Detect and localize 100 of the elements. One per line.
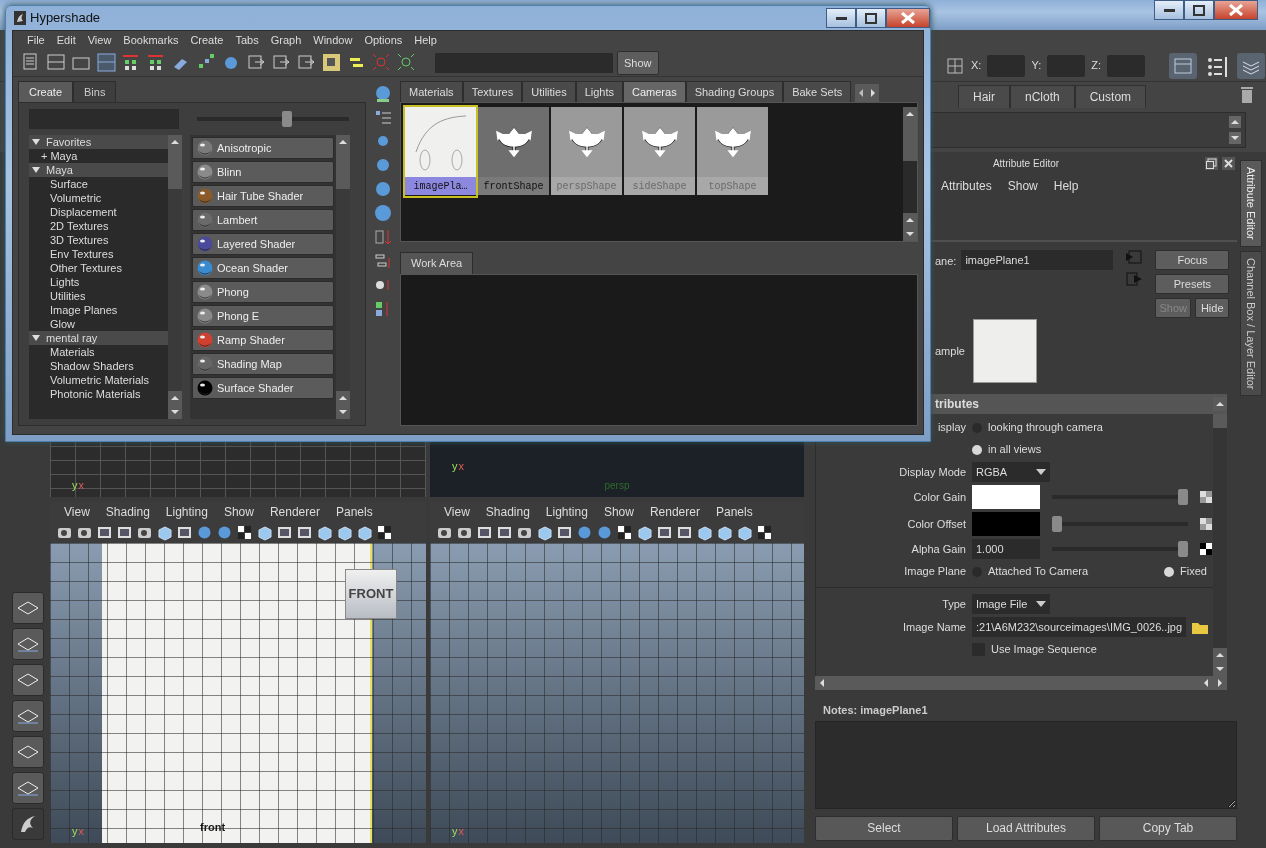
layout-icon[interactable] [321,52,342,73]
close-icon[interactable] [1222,156,1235,170]
file-path-field[interactable]: :21\A6M232\sourceimages\IMG_0026..jpg [972,617,1187,637]
menu-item[interactable]: View [81,31,118,49]
menu-item[interactable]: Help [408,31,443,49]
maximize-button[interactable] [856,8,886,28]
radio-button[interactable] [972,444,982,455]
node-button[interactable]: Phong E [192,305,334,327]
viewport-menu-item[interactable]: Panels [707,502,761,521]
menu-item[interactable]: Show [1001,177,1044,195]
menu-item[interactable]: Bookmarks [117,31,185,49]
scrollbar[interactable] [336,135,350,419]
tree-item[interactable]: 3D Textures [50,233,109,247]
scrollbar-thumb[interactable] [336,149,350,189]
node-button[interactable]: Shading Map [192,353,334,375]
slider-thumb[interactable] [1178,489,1188,505]
panel-button[interactable]: Focus [1155,250,1230,270]
panel-button[interactable]: Copy Tab [1099,815,1237,841]
node-button[interactable]: Ramp Shader [192,329,334,351]
scrollbar[interactable] [1213,414,1227,676]
scrollbar-thumb[interactable] [168,149,182,189]
scroll-up-icon[interactable] [903,213,917,227]
panel-button[interactable]: Select [815,815,953,841]
shelf-tab[interactable]: Hair [958,85,1010,108]
number-field[interactable]: 1.000 [972,539,1040,559]
menu-item[interactable]: Graph [264,31,308,49]
menu-item[interactable]: Edit [50,31,82,49]
node-button[interactable]: Layered Shader [192,233,334,255]
viewport-menu-item[interactable]: Shading [97,502,158,521]
tree-item[interactable]: Favorites [29,135,168,149]
slider-thumb[interactable] [1052,516,1062,532]
map-texture-icon[interactable] [1200,543,1212,555]
tree-item[interactable]: mental ray [29,331,168,345]
menu-item[interactable]: Help [1047,177,1085,195]
panel-button[interactable]: Hide [1194,298,1230,318]
scroll-up-icon[interactable] [168,135,182,149]
coordinate-field[interactable] [1107,54,1145,77]
tree-item[interactable]: Surface [50,177,88,191]
expand-marker[interactable]: + [41,149,48,163]
scroll-up-icon[interactable] [903,107,917,121]
menu-item[interactable]: Options [358,31,409,49]
node-button[interactable]: Surface Shader [192,377,334,399]
node-button[interactable]: Anisotropic [192,137,334,159]
menu-item[interactable]: Attributes [935,177,998,195]
coordinate-field[interactable] [987,54,1026,77]
search-field[interactable] [435,52,613,73]
viewport-menu-item[interactable]: Show [595,502,642,521]
viewport-menu-item[interactable]: Renderer [261,502,328,521]
scrollbar[interactable] [168,135,182,419]
scroll-down-icon[interactable] [168,405,182,419]
scroll-up-icon[interactable] [1213,648,1227,662]
close-button[interactable] [1214,0,1258,20]
viewport-menu-item[interactable]: Shading [477,502,538,521]
slider-thumb[interactable] [282,111,293,127]
name-field[interactable]: imagePlane1 [961,250,1114,270]
color-swatch[interactable] [972,485,1040,509]
viewport-menu-item[interactable]: Panels [327,502,381,521]
menu-item[interactable]: Tabs [229,31,265,49]
layers-icon[interactable] [1236,51,1266,80]
scrollbar[interactable] [903,107,917,241]
scroll-down-icon[interactable] [903,227,917,241]
scrollbar[interactable] [815,676,1227,690]
viewport-menu-item[interactable]: Lighting [537,502,596,521]
notes-field[interactable] [815,720,1237,809]
panel-tab[interactable]: Lights [575,80,623,102]
section-header[interactable]: tributes [935,395,979,413]
side-tab[interactable]: Attribute Editor [1240,160,1262,247]
float-icon[interactable] [1205,156,1218,170]
panel-tab[interactable]: Bake Sets [783,80,852,102]
scroll-up-icon[interactable] [336,135,350,149]
show-button[interactable]: Show [617,50,659,75]
side-tab[interactable]: Channel Box / Layer Editor [1240,250,1262,397]
tree-item[interactable]: Maya [50,149,78,163]
shelf-tab[interactable]: nCloth [1010,85,1075,108]
viewport-menu-item[interactable]: View [436,502,478,521]
tree-item[interactable]: Volumetric Materials [50,373,150,387]
tree-item[interactable]: Other Textures [50,261,122,275]
single-pane-icon[interactable] [46,52,67,73]
view-cube[interactable]: FRONT [345,569,397,619]
tree-item[interactable]: Shadow Shaders [50,359,134,373]
scroll-down-icon[interactable] [336,405,350,419]
panel-tab[interactable]: Bins [73,80,117,102]
node-button[interactable]: Lambert [192,209,334,231]
maximize-button[interactable] [1184,0,1214,20]
tree-item[interactable]: Env Textures [50,247,114,261]
table-icon[interactable] [1168,51,1198,80]
viewport-menu-item[interactable]: Renderer [641,502,708,521]
coordinate-field[interactable] [1047,54,1086,77]
panel-tab[interactable]: Work Area [400,252,474,274]
tree-item[interactable]: 2D Textures [50,219,109,233]
panel-tab[interactable]: Cameras [623,80,686,102]
close-button[interactable] [886,8,930,28]
slider-thumb[interactable] [1178,541,1188,557]
scroll-up-icon[interactable] [1229,116,1241,128]
panel-tab[interactable]: Materials [400,80,463,102]
dropdown[interactable]: RGBA [972,462,1050,482]
tree-item[interactable]: Lights [50,275,80,289]
scrollbar-thumb[interactable] [1213,414,1227,428]
scroll-up-icon[interactable] [336,391,350,405]
node-button[interactable]: Phong [192,281,334,303]
